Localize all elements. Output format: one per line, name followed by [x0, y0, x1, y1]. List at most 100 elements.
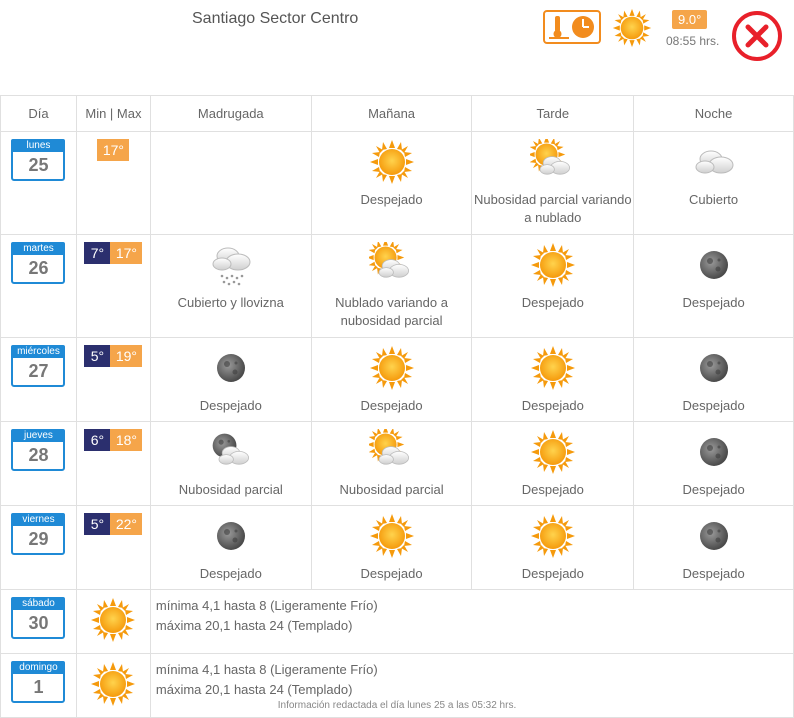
- sun-icon: [369, 345, 415, 391]
- period-cell-noche: Despejado: [633, 505, 794, 590]
- day-name: miércoles: [11, 345, 66, 358]
- minmax-cell: 6° 18°: [75, 421, 151, 506]
- location-title: Santiago Sector Centro: [192, 10, 359, 27]
- period-cell-madrugada: Nubosidad parcial: [149, 421, 312, 506]
- max-temp: 17°: [97, 139, 130, 161]
- sun-icon: [530, 242, 576, 288]
- condition-label: Despejado: [521, 566, 584, 581]
- period-cell-noche: Despejado: [633, 234, 794, 338]
- day-badge[interactable]: jueves 28: [11, 429, 66, 471]
- min-temp: 5°: [84, 513, 111, 535]
- period-cell-tarde: Despejado: [471, 337, 635, 422]
- current-time: 08:55 hrs.: [666, 34, 720, 48]
- day-badge[interactable]: viernes 29: [11, 513, 66, 555]
- col-manana: Mañana: [310, 95, 473, 132]
- sun-icon: [369, 513, 415, 559]
- condition-label: Despejado: [682, 398, 745, 413]
- day-badge[interactable]: sábado 30: [11, 597, 66, 639]
- day-cell: jueves 28: [0, 421, 77, 506]
- table-row: martes 26 7° 17° Cubierto y llovizna Nublad…: [0, 234, 794, 338]
- period-cell-manana: Despejado: [310, 505, 473, 590]
- sun-cloud-icon: [368, 429, 409, 465]
- col-noche: Noche: [633, 95, 794, 132]
- period-cell-madrugada: Despejado: [149, 337, 312, 422]
- day-number: 27: [28, 361, 49, 381]
- footer-note: Información redactada el día lunes 25 a …: [277, 700, 517, 711]
- day-number: 25: [28, 155, 49, 175]
- table-row: lunes 25 17° Despejado Nubosidad parcial v…: [0, 131, 794, 235]
- summary-text-cell: mínima 4,1 hasta 8 (Ligeramente Frío) má…: [149, 589, 794, 654]
- minmax-cell: 7° 17°: [75, 234, 151, 338]
- period-cell-madrugada: Despejado: [149, 505, 312, 590]
- min-temp: 5°: [84, 345, 111, 367]
- condition-label: Cubierto: [689, 192, 739, 207]
- period-cell-manana: Despejado: [310, 131, 473, 235]
- col-madrugada: Madrugada: [149, 95, 312, 132]
- period-cell-noche: Despejado: [633, 421, 794, 506]
- moon-icon: [208, 345, 254, 391]
- sun-icon: [90, 597, 136, 643]
- max-temp: 17°: [110, 242, 143, 264]
- day-name: viernes: [11, 513, 66, 526]
- condition-label: Despejado: [521, 482, 584, 497]
- condition-label: Nubosidad parcial variando a nublado: [474, 192, 632, 225]
- sun-icon: [369, 139, 415, 185]
- minmax-cell: 5° 19°: [75, 337, 151, 422]
- period-cell-tarde: Despejado: [471, 421, 635, 506]
- day-cell: viernes 29: [0, 505, 77, 590]
- condition-label: Despejado: [199, 566, 262, 581]
- day-badge[interactable]: miércoles 27: [11, 345, 66, 387]
- day-cell: martes 26: [0, 234, 77, 338]
- day-cell: miércoles 27: [0, 337, 77, 422]
- day-number: 29: [28, 529, 49, 549]
- forecast-table: Día Min | Max Madrugada Mañana Tarde Noc…: [0, 95, 794, 718]
- min-range-text: mínima 4,1 hasta 8 (Ligeramente Frío): [155, 598, 378, 613]
- moon-icon: [208, 513, 254, 559]
- sun-cloud-icon: [368, 242, 409, 278]
- max-temp: 19°: [110, 345, 143, 367]
- thermometer-clock-icon[interactable]: [543, 10, 601, 44]
- period-cell-manana: Despejado: [310, 337, 473, 422]
- period-cell-manana: Nublado variando a nubosidad parcial: [310, 234, 473, 338]
- moon-icon: [691, 513, 737, 559]
- table-row: viernes 29 5° 22° Despejado Despejado Despej…: [0, 505, 794, 590]
- table-row: sábado 30 mínima 4,1 hasta 8 (Ligerament…: [0, 589, 794, 654]
- sun-icon: [530, 345, 576, 391]
- condition-label: Nubosidad parcial: [339, 482, 444, 497]
- table-row: miércoles 27 5° 19° Despejado Despejado Desp…: [0, 337, 794, 422]
- day-name: sábado: [11, 597, 66, 610]
- condition-label: Despejado: [521, 295, 584, 310]
- moon-icon: [691, 345, 737, 391]
- col-tarde: Tarde: [471, 95, 635, 132]
- condition-label: Despejado: [682, 566, 745, 581]
- day-badge[interactable]: domingo 1: [11, 661, 66, 703]
- period-cell-madrugada: Cubierto y llovizna: [149, 234, 312, 338]
- condition-label: Nublado variando a nubosidad parcial: [335, 295, 448, 328]
- condition-label: Despejado: [360, 192, 423, 207]
- col-minmax: Min | Max: [75, 95, 151, 132]
- day-name: domingo: [11, 661, 66, 674]
- condition-label: Despejado: [682, 482, 745, 497]
- period-cell-noche: Cubierto: [633, 131, 794, 235]
- moon-icon: [691, 429, 737, 475]
- min-temp: 6°: [84, 429, 111, 451]
- day-number: 1: [33, 677, 44, 697]
- min-range-text: mínima 4,1 hasta 8 (Ligeramente Frío): [155, 662, 378, 677]
- period-cell-madrugada: [149, 131, 312, 235]
- day-number: 28: [28, 445, 49, 465]
- close-icon[interactable]: [731, 10, 783, 62]
- condition-label: Nubosidad parcial: [178, 482, 283, 497]
- condition-label: Despejado: [360, 566, 423, 581]
- col-day: Día: [0, 95, 77, 132]
- max-temp: 22°: [110, 513, 143, 535]
- period-cell-manana: Nubosidad parcial: [310, 421, 473, 506]
- max-temp: 18°: [110, 429, 143, 451]
- period-cell-tarde: Nubosidad parcial variando a nublado: [471, 131, 635, 235]
- day-badge[interactable]: martes 26: [11, 242, 66, 284]
- day-number: 26: [28, 258, 49, 278]
- minmax-cell: 5° 22°: [75, 505, 151, 590]
- sun-cloud-icon: [529, 139, 570, 175]
- day-name: lunes: [11, 139, 66, 152]
- day-badge[interactable]: lunes 25: [11, 139, 66, 181]
- day-cell: sábado 30: [0, 589, 77, 654]
